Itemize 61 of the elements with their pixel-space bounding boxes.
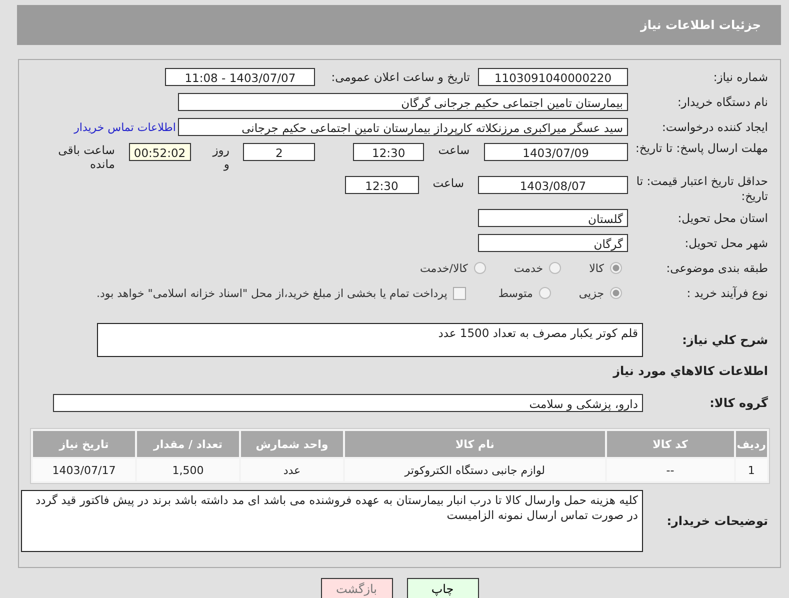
goods-group-field: دارو، پزشکی و سلامت <box>53 394 643 412</box>
page-title: جزئیات اطلاعات نیاز <box>640 18 761 32</box>
radio-button[interactable] <box>610 287 622 299</box>
city-field: گرگان <box>478 234 628 252</box>
field-label: ساعت <box>438 143 470 157</box>
field-label: تاریخ و ساعت اعلان عمومی: <box>331 70 470 84</box>
need-number-field: 1103091040000220 <box>478 68 628 86</box>
field-label: استان محل تحویل: <box>676 211 769 225</box>
radio-label: جزیی <box>578 286 604 300</box>
column-header: کد کالا <box>606 431 734 457</box>
radio-label: کالا <box>589 262 604 274</box>
field-label: شماره نیاز: <box>712 70 769 84</box>
table-cell: 1,500 <box>137 459 239 481</box>
field-label: ساعت باقی مانده <box>57 143 115 171</box>
field-label: نام دستگاه خریدار: <box>676 95 769 109</box>
buyer-field: بیمارستان تامین اجتماعی حکیم جرجانی گرگان <box>178 93 628 111</box>
description-field: قلم کوتر یکبار مصرف به تعداد 1500 عدد <box>97 323 643 357</box>
checkbox[interactable] <box>453 286 466 300</box>
column-header: نام کالا <box>345 431 605 457</box>
column-header: ردیف <box>736 431 767 457</box>
field-label: طبقه بندی موضوعی: <box>665 261 769 275</box>
column-header: واحد شمارش <box>241 431 343 457</box>
announce-date-field: 1403/07/07 - 11:08 <box>165 68 316 86</box>
table-cell: 1 <box>736 459 767 481</box>
field-label: ساعت <box>432 176 464 190</box>
field-label: شرح کلي نياز: <box>681 333 769 347</box>
buyer-contact-link[interactable]: اطلاعات تماس خریدار <box>74 120 176 134</box>
remaining-time-field: 00:52:02 <box>128 143 191 161</box>
field-label: روز و <box>211 143 230 171</box>
table-cell: 1403/07/17 <box>33 459 135 481</box>
province-field: گلستان <box>478 209 628 227</box>
back-button[interactable]: بازگشت <box>320 578 392 598</box>
checkbox-label: پرداخت تمام یا بخشی از مبلغ خرید،از محل "اسناد خزانه اسلامی" خواهد بود. <box>96 286 448 300</box>
field-label: شهر محل تحویل: <box>684 236 769 250</box>
radio-label: خدمت <box>514 262 544 274</box>
table-cell: لوازم جانبی دستگاه الکتروکوتر <box>345 459 605 481</box>
field-label: ایجاد کننده درخواست: <box>661 120 769 134</box>
field-label: مهلت ارسال پاسخ: تا تاریخ: <box>634 141 769 156</box>
deadline-date-field: 1403/07/09 <box>484 143 628 161</box>
radio-button[interactable] <box>538 287 551 299</box>
field-label: حداقل تاریخ اعتبار قیمت: تا تاریخ: <box>635 174 769 204</box>
table-cell: عدد <box>241 459 343 481</box>
table-cell: -- <box>606 459 734 481</box>
radio-button[interactable] <box>610 262 622 274</box>
field-label: گروه کالا: <box>708 396 769 410</box>
field-label: توضیحات خریدار: <box>666 514 769 528</box>
days-field: 2 <box>243 143 315 161</box>
column-header: تعداد / مقدار <box>137 431 239 457</box>
radio-button[interactable] <box>474 262 486 274</box>
radio-label: متوسط <box>498 286 533 300</box>
validity-date-field: 1403/08/07 <box>478 176 628 194</box>
buyer-notes-field: کلیه هزینه حمل وارسال کالا تا درب انبار بیمارستان به عهده فروشنده می باشد ای مد داشته باشد برند در پیش فاکتور قید گردد در صورت تماس ارسال نمونه الزامیست <box>21 490 643 552</box>
creator-field: سید عسگر میراکبری مرزنکلاته کارپرداز بیمارستان تامین اجتماعی حکیم جرجانی <box>178 118 628 136</box>
validity-time-field: 12:30 <box>344 176 419 194</box>
deadline-time-field: 12:30 <box>352 143 424 161</box>
section-heading: اطلاعات کالاهاي مورد نياز <box>613 364 769 378</box>
radio-button[interactable] <box>549 262 562 274</box>
radio-label: کالا/خدمت <box>420 262 468 274</box>
field-label: نوع فرآیند خرید : <box>686 286 769 300</box>
print-button[interactable]: چاپ <box>406 578 478 598</box>
column-header: تاریخ نیاز <box>33 431 135 457</box>
